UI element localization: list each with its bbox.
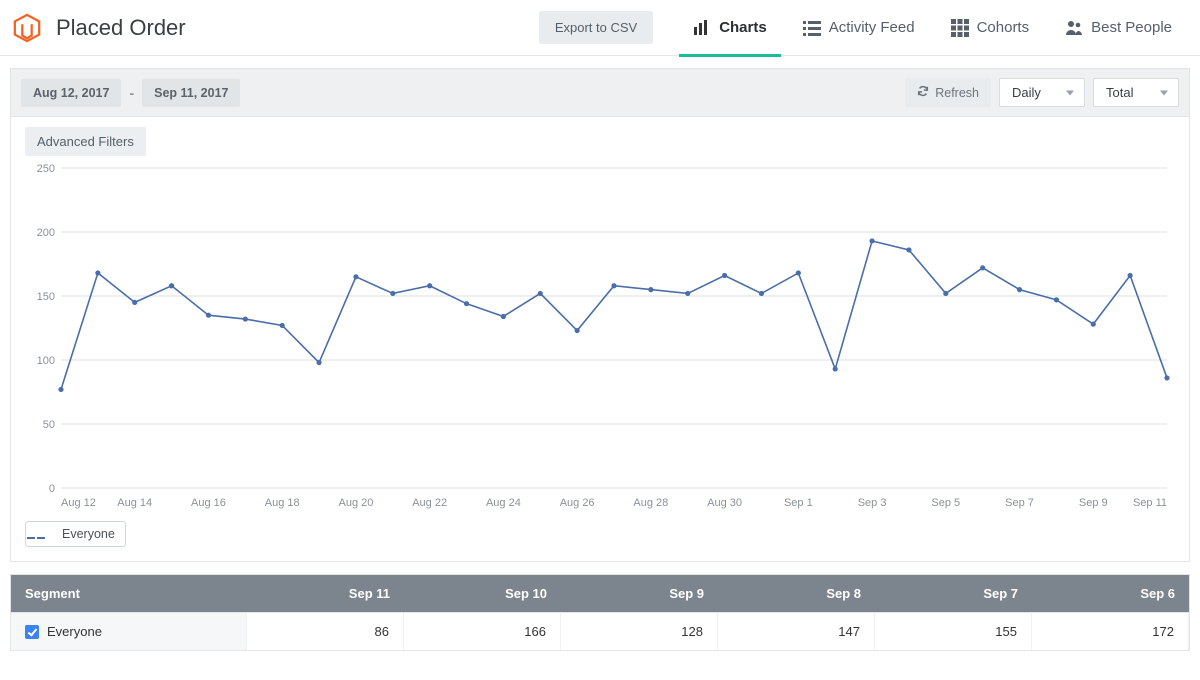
refresh-label: Refresh [935, 86, 979, 100]
grid-icon [951, 19, 969, 37]
svg-text:Sep 3: Sep 3 [858, 497, 887, 509]
segment-checkbox[interactable] [25, 625, 39, 639]
svg-text:100: 100 [37, 355, 55, 367]
svg-text:Sep 9: Sep 9 [1079, 497, 1108, 509]
tab-label: Charts [719, 19, 767, 36]
list-icon [803, 19, 821, 37]
svg-text:Sep 1: Sep 1 [784, 497, 813, 509]
line-chart: 0 50 100 150 200 250 Aug 12 Aug 14 Aug 16 Aug 18 A… [25, 162, 1175, 512]
table-cell: 172 [1032, 612, 1189, 650]
tab-cohorts[interactable]: Cohorts [947, 0, 1034, 56]
legend-item-everyone[interactable]: Everyone [25, 521, 126, 547]
users-icon [1065, 19, 1083, 37]
table-cell: 155 [875, 612, 1032, 650]
segment-table: SegmentSep 11Sep 10Sep 9Sep 8Sep 7Sep 6 E… [10, 574, 1190, 651]
table-row-label[interactable]: Everyone [11, 612, 247, 650]
svg-text:Aug 20: Aug 20 [338, 497, 373, 509]
table-cell: 128 [561, 612, 718, 650]
bar-chart-icon [693, 19, 711, 37]
tab-activity-feed[interactable]: Activity Feed [799, 0, 919, 56]
segment-header: Segment [11, 575, 247, 612]
svg-text:Sep 11: Sep 11 [1133, 497, 1167, 509]
table-col-header: Sep 7 [875, 575, 1032, 612]
controls-bar: Aug 12, 2017 - Sep 11, 2017 Refresh Dail… [10, 68, 1190, 117]
table-cell: 86 [247, 612, 404, 650]
table-col-header: Sep 6 [1032, 575, 1189, 612]
svg-text:Sep 5: Sep 5 [931, 497, 960, 509]
svg-text:Aug 22: Aug 22 [412, 497, 447, 509]
refresh-button[interactable]: Refresh [905, 78, 991, 107]
metric-select[interactable]: Total [1093, 78, 1179, 107]
svg-text:50: 50 [43, 419, 55, 431]
table-col-header: Sep 9 [561, 575, 718, 612]
brand-logo-icon [12, 13, 42, 43]
advanced-filters-button[interactable]: Advanced Filters [25, 127, 146, 156]
chart-card: Advanced Filters 0 50 100 150 200 250 Aug 12 Au… [10, 117, 1190, 562]
table-col-header: Sep 8 [718, 575, 875, 612]
svg-text:150: 150 [37, 291, 55, 303]
svg-text:Aug 16: Aug 16 [191, 497, 226, 509]
svg-text:Aug 24: Aug 24 [486, 497, 521, 509]
date-end-picker[interactable]: Sep 11, 2017 [142, 79, 240, 107]
table-col-header: Sep 10 [404, 575, 561, 612]
chart-area: 0 50 100 150 200 250 Aug 12 Aug 14 Aug 16 Aug 18 A… [25, 162, 1175, 515]
svg-text:Aug 30: Aug 30 [707, 497, 742, 509]
tab-label: Activity Feed [829, 19, 915, 36]
svg-text:200: 200 [37, 227, 55, 239]
tab-label: Best People [1091, 19, 1172, 36]
tab-label: Cohorts [977, 19, 1030, 36]
granularity-select[interactable]: Daily [999, 78, 1085, 107]
svg-text:0: 0 [49, 483, 55, 495]
svg-text:Aug 28: Aug 28 [633, 497, 668, 509]
date-range-separator: - [129, 85, 134, 101]
svg-text:Aug 26: Aug 26 [560, 497, 595, 509]
segment-name: Everyone [47, 624, 102, 639]
page-title: Placed Order [56, 15, 186, 41]
table-cell: 147 [718, 612, 875, 650]
table-cell: 166 [404, 612, 561, 650]
svg-text:Aug 12: Aug 12 [61, 497, 96, 509]
date-start-picker[interactable]: Aug 12, 2017 [21, 79, 121, 107]
legend-label: Everyone [62, 527, 115, 541]
svg-text:Sep 7: Sep 7 [1005, 497, 1034, 509]
svg-text:Aug 18: Aug 18 [265, 497, 300, 509]
svg-text:Aug 14: Aug 14 [117, 497, 152, 509]
tab-charts[interactable]: Charts [689, 0, 771, 56]
svg-text:250: 250 [37, 163, 55, 175]
tab-best-people[interactable]: Best People [1061, 0, 1176, 56]
refresh-icon [917, 85, 929, 100]
export-csv-button[interactable]: Export to CSV [539, 11, 653, 44]
table-col-header: Sep 11 [247, 575, 404, 612]
